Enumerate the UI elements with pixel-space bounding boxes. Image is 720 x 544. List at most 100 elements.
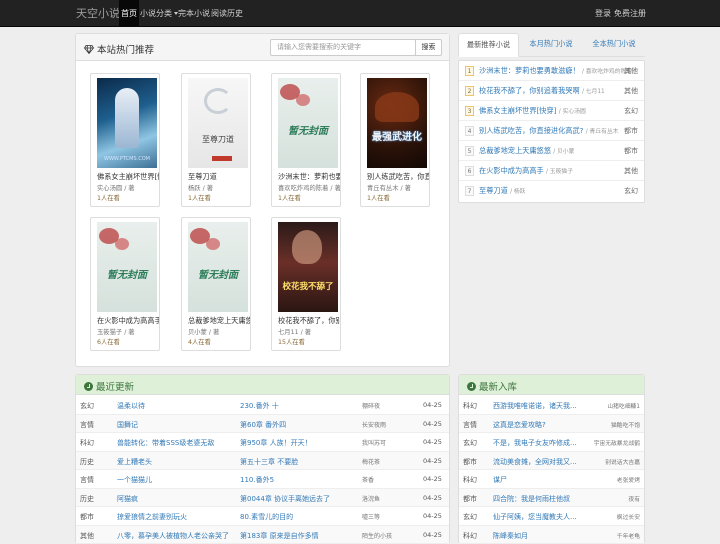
- row-book-link[interactable]: 这真是恋爱攻略?: [493, 420, 585, 430]
- rank-category: 其他: [624, 66, 638, 76]
- rank-item[interactable]: 1 沙洲末世：萝莉也要勇敢滋癖！ / 喜欢吃炸鸡的陈着 其他: [459, 61, 644, 81]
- book-card[interactable]: 暂无封面 在火影中成为高高手 玉筱猫子 / 著 6人在看: [90, 217, 160, 351]
- row-author: 梅花茶: [362, 457, 380, 466]
- row-chapter-link[interactable]: 第五十三章 不要脸: [240, 457, 298, 467]
- row-chapter-link[interactable]: 第0044章 协议手离她远去了: [240, 494, 330, 504]
- row-author: 我叫苏可: [362, 438, 386, 447]
- rank-title[interactable]: 总裁爹地宠上天庸悠悠 / 贝小蒙: [479, 146, 574, 156]
- row-category: 历史: [80, 494, 94, 504]
- row-chapter-link[interactable]: 230.番外 十: [240, 401, 279, 411]
- book-card[interactable]: 暂无封面 总裁爹地宠上天庸悠悠 贝小蒙 / 著 4人在看: [181, 217, 251, 351]
- row-date: 04-25: [423, 531, 442, 539]
- diamond-icon: [84, 45, 94, 54]
- book-cover[interactable]: 暂无封面: [188, 222, 248, 312]
- site-brand[interactable]: 天空小说: [76, 0, 120, 27]
- row-book-link[interactable]: 兽能转化：带着SSS级老婆无敌: [117, 438, 237, 448]
- recent-updates-title: 最近更新: [84, 379, 134, 393]
- register-link[interactable]: 免费注册: [612, 0, 648, 27]
- book-title[interactable]: 在火影中成为高高手: [97, 316, 159, 326]
- table-row: 科幻 谋尸 老张爱烤: [459, 470, 644, 489]
- row-chapter-link[interactable]: 110.番外5: [240, 475, 274, 485]
- book-card[interactable]: WWW.PTCMS.COM 佛系女主崩坏世界[快 实心汤圆 / 著 1人在看: [90, 73, 160, 207]
- row-date: 04-25: [423, 512, 442, 520]
- book-cover[interactable]: 最强武进化: [367, 78, 427, 168]
- cover-text: 暂无封面: [188, 266, 248, 281]
- row-book-link[interactable]: 温柔以待: [117, 401, 145, 411]
- book-title[interactable]: 沙洲末世：萝莉也要: [278, 172, 340, 182]
- row-book-link[interactable]: 八零，慕孕美人被植物人老公亲哭了: [117, 531, 237, 541]
- row-date: 04-25: [423, 475, 442, 483]
- book-cover[interactable]: 校花我不舔了: [278, 222, 338, 312]
- new-books-panel: 最新入库 科幻 西游我唯唯诺诺，诸天我... 山猪吃细糠1 言情 这真是恋爱攻略…: [458, 374, 645, 544]
- rank-category: 都市: [624, 126, 638, 136]
- row-chapter-link[interactable]: 80.素雪儿的目的: [240, 512, 293, 522]
- book-card[interactable]: 暂无封面 沙洲末世：萝莉也要 喜欢吃炸鸡的陈着 / 著 1人在看: [271, 73, 341, 207]
- row-book-link[interactable]: 仙子阿姨，您当魔教夫人...: [493, 512, 585, 522]
- book-card[interactable]: 至尊刀道 至尊刀道 杨跃 / 著 1人在看: [181, 73, 251, 207]
- book-title[interactable]: 佛系女主崩坏世界[快: [97, 172, 159, 182]
- search-input[interactable]: 请输入您需要搜索的关键字: [270, 39, 416, 56]
- book-cover[interactable]: WWW.PTCMS.COM: [97, 78, 157, 168]
- row-category: 言情: [463, 420, 477, 430]
- book-cover[interactable]: 暂无封面: [97, 222, 157, 312]
- row-book-link[interactable]: 流动美食摊，全网对我又...: [493, 457, 585, 467]
- rank-title[interactable]: 佛系女主崩坏世界[快穿] / 实心汤圆: [479, 106, 586, 116]
- rank-number: 5: [465, 146, 474, 156]
- rank-item[interactable]: 3 佛系女主崩坏世界[快穿] / 实心汤圆 玄幻: [459, 101, 644, 121]
- login-link[interactable]: 登录: [593, 0, 613, 27]
- table-row: 玄幻 仙子阿姨，您当魔教夫人... 枫过长安: [459, 507, 644, 526]
- row-chapter-link[interactable]: 第183章 原来是自作多情: [240, 531, 319, 541]
- row-book-link[interactable]: 掠爱狼情之前妻别玩火: [117, 512, 187, 522]
- search-button[interactable]: 搜索: [415, 39, 442, 56]
- rank-title[interactable]: 沙洲末世：萝莉也要勇敢滋癖！ / 喜欢吃炸鸡的陈着: [479, 66, 632, 76]
- row-book-link[interactable]: 四合院：我是何雨柱他叔: [493, 494, 585, 504]
- table-row: 历史 阿猫疯 第0044章 协议手离她远去了 洛浣鱼 04-25: [76, 489, 449, 508]
- rank-item[interactable]: 7 至尊刀道 / 杨跃 玄幻: [459, 181, 644, 201]
- book-cover[interactable]: 至尊刀道: [188, 78, 248, 168]
- book-title[interactable]: 至尊刀道: [188, 172, 250, 182]
- rank-title[interactable]: 校花我不舔了，你别追着我哭啊 / 七月11: [479, 86, 605, 96]
- tab-finished-hot[interactable]: 全本热门小说: [584, 33, 644, 57]
- row-book-link[interactable]: 不是，我电子女友咋修成...: [493, 438, 585, 448]
- row-book-link[interactable]: 陈峰秦如月: [493, 531, 585, 541]
- book-card[interactable]: 最强武进化 别人练武吃苦，你直 青丘有丛木 / 著 1人在看: [360, 73, 430, 207]
- row-category: 都市: [463, 457, 477, 467]
- nav-history[interactable]: 阅读历史: [209, 0, 245, 27]
- rank-number: 7: [465, 186, 474, 196]
- row-book-link[interactable]: 西游我唯唯诺诺，诸天我...: [493, 401, 585, 411]
- rank-item[interactable]: 6 在火影中成为高高手 / 玉筱猫子 其他: [459, 161, 644, 181]
- row-chapter-link[interactable]: 第60章 番外四: [240, 420, 286, 430]
- rank-title[interactable]: 在火影中成为高高手 / 玉筱猫子: [479, 166, 573, 176]
- book-title[interactable]: 总裁爹地宠上天庸悠悠: [188, 316, 250, 326]
- top-navbar: 天空小说 首页 小说分类 完本小说 阅读历史 登录 免费注册: [0, 0, 720, 27]
- nav-category[interactable]: 小说分类: [138, 0, 180, 27]
- rank-item[interactable]: 5 总裁爹地宠上天庸悠悠 / 贝小蒙 都市: [459, 141, 644, 161]
- book-card[interactable]: 校花我不舔了 校花我不舔了，你别 七月11 / 著 15人在看: [271, 217, 341, 351]
- row-book-link[interactable]: 一个猫猫儿: [117, 475, 152, 485]
- new-books-header: 最新入库: [459, 375, 644, 395]
- row-book-link[interactable]: 阿猫疯: [117, 494, 138, 504]
- row-book-link[interactable]: 国舞记: [117, 420, 138, 430]
- row-book-link[interactable]: 谋尸: [493, 475, 585, 485]
- book-author: 喜欢吃炸鸡的陈着 / 著: [278, 183, 340, 192]
- rank-item[interactable]: 4 别人练武吃苦，你直接进化高武? / 青丘有丛木 都市: [459, 121, 644, 141]
- rank-title[interactable]: 别人练武吃苦，你直接进化高武? / 青丘有丛木: [479, 126, 619, 136]
- row-chapter-link[interactable]: 第950章 人族！开天！: [240, 438, 312, 448]
- row-author: 猫酷吃不饱: [611, 420, 640, 429]
- rank-title[interactable]: 至尊刀道 / 杨跃: [479, 186, 525, 196]
- row-category: 玄幻: [80, 401, 94, 411]
- cover-text: 至尊刀道: [188, 134, 248, 145]
- book-title[interactable]: 校花我不舔了，你别: [278, 316, 340, 326]
- rank-number: 2: [465, 86, 474, 96]
- table-row: 其他 八零，慕孕美人被植物人老公亲哭了 第183章 原来是自作多情 陌生的小孩 …: [76, 526, 449, 544]
- nav-home[interactable]: 首页: [119, 0, 139, 27]
- rank-item[interactable]: 2 校花我不舔了，你别追着我哭啊 / 七月11 其他: [459, 81, 644, 101]
- row-book-link[interactable]: 爱上糟老头: [117, 457, 152, 467]
- rank-list: 1 沙洲末世：萝莉也要勇敢滋癖！ / 喜欢吃炸鸡的陈着 其他 2 校花我不舔了，…: [458, 60, 645, 203]
- tab-monthly-hot[interactable]: 本月热门小说: [522, 33, 580, 57]
- book-readers: 15人在看: [278, 337, 305, 346]
- book-title[interactable]: 别人练武吃苦，你直: [367, 172, 429, 182]
- book-cover[interactable]: 暂无封面: [278, 78, 338, 168]
- nav-finished[interactable]: 完本小说: [176, 0, 212, 27]
- tab-latest-recommend[interactable]: 最新推荐小说: [458, 33, 519, 57]
